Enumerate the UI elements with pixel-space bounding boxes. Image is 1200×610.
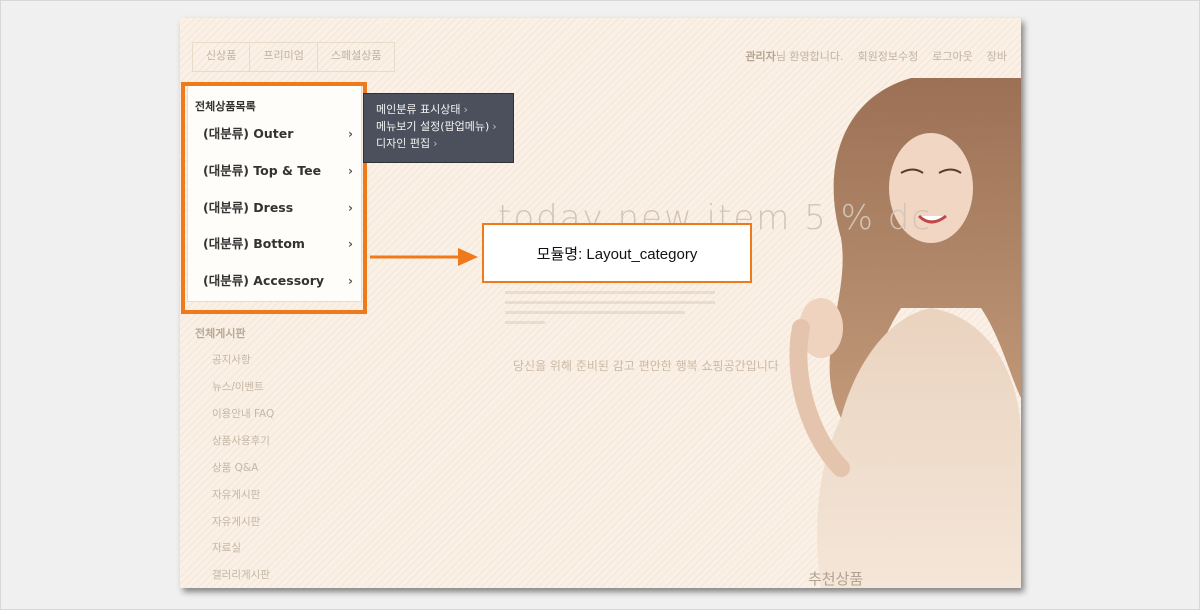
board-item-review[interactable]: 상품사용후기 <box>212 433 270 448</box>
profile-edit-link[interactable]: 회원정보수정 <box>858 48 919 64</box>
top-nav-special[interactable]: 스페셜상품 <box>318 43 395 71</box>
welcome-text: 님 환영합니다. <box>775 50 844 63</box>
board-title[interactable]: 전체게시판 <box>195 325 246 341</box>
logout-link[interactable]: 로그아웃 <box>932 48 972 64</box>
board-item-archive[interactable]: 자료실 <box>212 540 241 555</box>
popup-item-display-status[interactable]: 메인분류 표시상태 › <box>364 101 513 118</box>
module-name-callout: 모듈명: Layout_category <box>482 223 752 283</box>
board-item-free-2[interactable]: 자유게시판 <box>212 514 260 529</box>
board-item-faq[interactable]: 이용안내 FAQ <box>212 406 274 421</box>
board-item-notice[interactable]: 공지사항 <box>212 352 251 367</box>
recommend-title: 추천상품 <box>808 570 864 588</box>
top-nav-new[interactable]: 신상품 <box>193 43 251 71</box>
board-item-qna[interactable]: 상품 Q&A <box>212 460 258 475</box>
arrow-right-icon <box>370 248 478 266</box>
popup-item-menu-settings[interactable]: 메뉴보기 설정(팝업메뉴) › <box>364 118 513 135</box>
chevron-right-icon: › <box>433 137 438 150</box>
top-nav: 신상품 프리미엄 스페셜상품 <box>192 42 396 72</box>
chevron-right-icon: › <box>492 120 497 133</box>
chevron-right-icon: › <box>463 103 468 116</box>
category-highlight-box <box>181 82 367 314</box>
board-item-news[interactable]: 뉴스/이벤트 <box>212 379 264 394</box>
cart-link[interactable]: 장바 <box>987 48 1007 64</box>
top-links: 관리자 님 환영합니다. 회원정보수정 로그아웃 장바 <box>745 42 1021 70</box>
hero-model-image <box>789 78 1021 588</box>
hero-body-text <box>505 291 715 331</box>
popup-item-design-edit[interactable]: 디자인 편집 › <box>364 135 513 152</box>
top-nav-premium[interactable]: 프리미엄 <box>250 43 318 71</box>
admin-name: 관리자 <box>745 50 776 63</box>
board-item-gallery[interactable]: 갤러리게시판 <box>212 567 270 582</box>
hero-subtext: 당신을 위해 준비된 감고 편안한 행복 쇼핑공간입니다 <box>513 359 779 373</box>
category-popup-menu: 메인분류 표시상태 › 메뉴보기 설정(팝업메뉴) › 디자인 편집 › <box>363 93 514 163</box>
board-item-free-1[interactable]: 자유게시판 <box>212 487 260 502</box>
screenshot-panel: 신상품 프리미엄 스페셜상품 관리자 님 환영합니다. 회원정보수정 로그아웃 … <box>180 18 1021 588</box>
